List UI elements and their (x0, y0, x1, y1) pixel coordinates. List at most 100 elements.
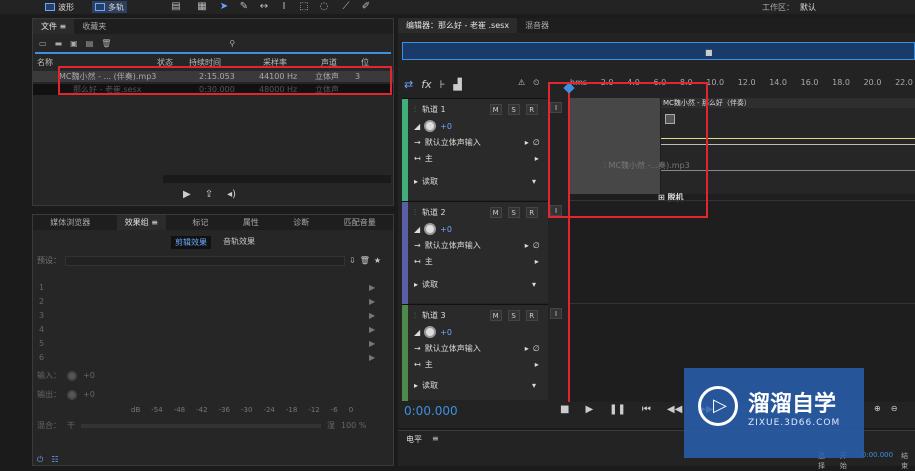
mix-slider[interactable] (81, 423, 321, 428)
solo-button[interactable]: S (507, 310, 520, 321)
track-output-select[interactable]: 主 (425, 153, 531, 164)
insert-icon[interactable]: ▤ (86, 39, 94, 48)
track-input-select[interactable]: 默认立体声输入 (425, 240, 521, 251)
autoplay-icon[interactable]: ◂) (227, 189, 236, 200)
workspace-select[interactable]: 默认 (800, 2, 816, 13)
spectral-icon[interactable]: ▤ (170, 2, 182, 12)
waveform-view-button[interactable]: 波形 (42, 1, 77, 13)
send-icon[interactable]: ⊦ (440, 78, 446, 91)
mute-button[interactable]: M (489, 310, 502, 321)
track-name[interactable]: 轨道 3 (422, 310, 446, 321)
volume-knob[interactable] (424, 223, 437, 235)
search-icon[interactable]: ⚲ (229, 39, 235, 48)
chevron-down-icon[interactable]: ▾ (532, 381, 536, 390)
solo-button[interactable]: S (507, 104, 520, 115)
volume-value[interactable]: +0 (440, 225, 452, 234)
automation-mode-select[interactable]: 读取 (422, 279, 528, 290)
save-preset-icon[interactable]: ⇩ (349, 256, 356, 265)
files-scrollbar[interactable] (163, 175, 391, 183)
chevron-right-icon[interactable]: ▸ (535, 360, 539, 369)
tab-media-browser[interactable]: 媒体浏览器 (42, 215, 98, 230)
play-icon[interactable]: ▶ (585, 404, 593, 415)
record-button[interactable]: R (525, 104, 538, 115)
lasso-icon[interactable]: ◌ (318, 2, 330, 12)
mute-button[interactable]: M (489, 207, 502, 218)
time-selection-icon[interactable]: I (278, 2, 290, 12)
tab-match-volume[interactable]: 匹配音量 (336, 215, 384, 230)
skip-start-icon[interactable]: ⏮ (642, 404, 651, 415)
tab-markers[interactable]: 标记 (184, 215, 216, 230)
export-icon[interactable]: ⇪ (205, 189, 213, 200)
tab-files[interactable]: 文件 ≡ (33, 19, 75, 34)
chevron-right-icon[interactable]: ▸ (525, 344, 529, 353)
play-icon[interactable]: ▶ (183, 189, 191, 200)
automation-mode-select[interactable]: 读取 (422, 380, 528, 391)
pitch-icon[interactable]: ▦ (196, 2, 208, 12)
track-output-select[interactable]: 主 (425, 359, 531, 370)
fx-icon[interactable]: fx (421, 78, 431, 91)
move-tool-icon[interactable]: ➤ (218, 2, 230, 12)
track-input-select[interactable]: 默认立体声输入 (425, 343, 521, 354)
phase-icon[interactable]: ∅ (533, 344, 540, 353)
zoom-out-icon[interactable]: ⊖ (891, 404, 898, 413)
new-file-icon[interactable]: ▣ (70, 39, 78, 48)
metronome-icon[interactable]: ⚠ (518, 78, 525, 88)
sync-icon[interactable]: ⇄ (404, 78, 413, 91)
mute-button[interactable]: M (489, 104, 502, 115)
track-name[interactable]: 轨道 1 (422, 104, 446, 115)
open-folder-icon[interactable]: ▭ (39, 39, 47, 48)
automation-mode-select[interactable]: 读取 (422, 176, 528, 187)
track-input-select[interactable]: 默认立体声输入 (425, 137, 521, 148)
trash-icon[interactable]: 🗑 (101, 39, 111, 48)
volume-value[interactable]: +0 (440, 122, 452, 131)
zoom-in-icon[interactable]: ⊕ (874, 404, 881, 413)
tab-mixer[interactable]: 混音器 (517, 18, 557, 33)
brush-icon[interactable]: ⟋ (340, 2, 352, 12)
effect-slot[interactable]: 2 ▶ (39, 294, 393, 308)
chevron-right-icon[interactable]: ▸ (535, 257, 539, 266)
input-knob[interactable] (67, 370, 77, 381)
chevron-right-icon[interactable]: ▸ (525, 241, 529, 250)
menu-icon[interactable]: ≡ (432, 434, 439, 443)
subtab-clip-effects[interactable]: 剪辑效果 (171, 236, 211, 249)
list-icon[interactable]: ☷ (51, 455, 58, 465)
effect-slot[interactable]: 5 ▶ (39, 336, 393, 350)
record-button[interactable]: R (525, 207, 538, 218)
effect-slot[interactable]: 3 ▶ (39, 308, 393, 322)
subtab-track-effects[interactable]: 音轨效果 (223, 236, 255, 249)
pause-icon[interactable]: ❚❚ (609, 404, 626, 415)
razor-tool-icon[interactable]: ✎ (238, 2, 250, 12)
rewind-icon[interactable]: ◀◀ (667, 404, 682, 415)
input-monitor-button[interactable]: I (550, 308, 562, 319)
clock-icon[interactable]: ⏲ (533, 78, 539, 88)
record-button[interactable]: R (525, 310, 538, 321)
slip-tool-icon[interactable]: ↔ (258, 2, 270, 12)
track-name[interactable]: 轨道 2 (422, 207, 446, 218)
import-icon[interactable]: ▬ (55, 39, 63, 48)
tab-diagnostics[interactable]: 诊断 (285, 215, 317, 230)
overview-bar[interactable]: ■ (402, 42, 915, 60)
power-icon[interactable]: ⏻ (37, 455, 43, 465)
effect-slot[interactable]: 6 ▶ (39, 350, 393, 364)
tab-effects-rack[interactable]: 效果组 ≡ (116, 215, 166, 230)
volume-knob[interactable] (424, 120, 437, 132)
multitrack-view-button[interactable]: 多轨 (92, 1, 127, 13)
effect-slot[interactable]: 4 ▶ (39, 322, 393, 336)
volume-value[interactable]: +0 (440, 328, 452, 337)
chevron-down-icon[interactable]: ▾ (532, 280, 536, 289)
tab-favorites[interactable]: 收藏夹 (74, 19, 114, 34)
stop-icon[interactable]: ■ (560, 404, 569, 415)
solo-button[interactable]: S (507, 207, 520, 218)
timecode-display[interactable]: 0:00.000 (404, 404, 458, 418)
tab-editor[interactable]: 编辑器：那么好 - 老崔 .sesx (398, 18, 518, 33)
eq-icon[interactable]: ▟ (453, 78, 461, 91)
chevron-right-icon[interactable]: ▸ (525, 138, 529, 147)
volume-knob[interactable] (424, 326, 437, 338)
effect-slot[interactable]: 1 ▶ (39, 280, 393, 294)
track-output-select[interactable]: 主 (425, 256, 531, 267)
tab-properties[interactable]: 属性 (235, 215, 267, 230)
delete-preset-icon[interactable]: 🗑 (360, 256, 370, 265)
chevron-down-icon[interactable]: ▾ (532, 177, 536, 186)
marquee-icon[interactable]: ⬚ (298, 2, 310, 12)
preset-select[interactable] (65, 255, 345, 266)
